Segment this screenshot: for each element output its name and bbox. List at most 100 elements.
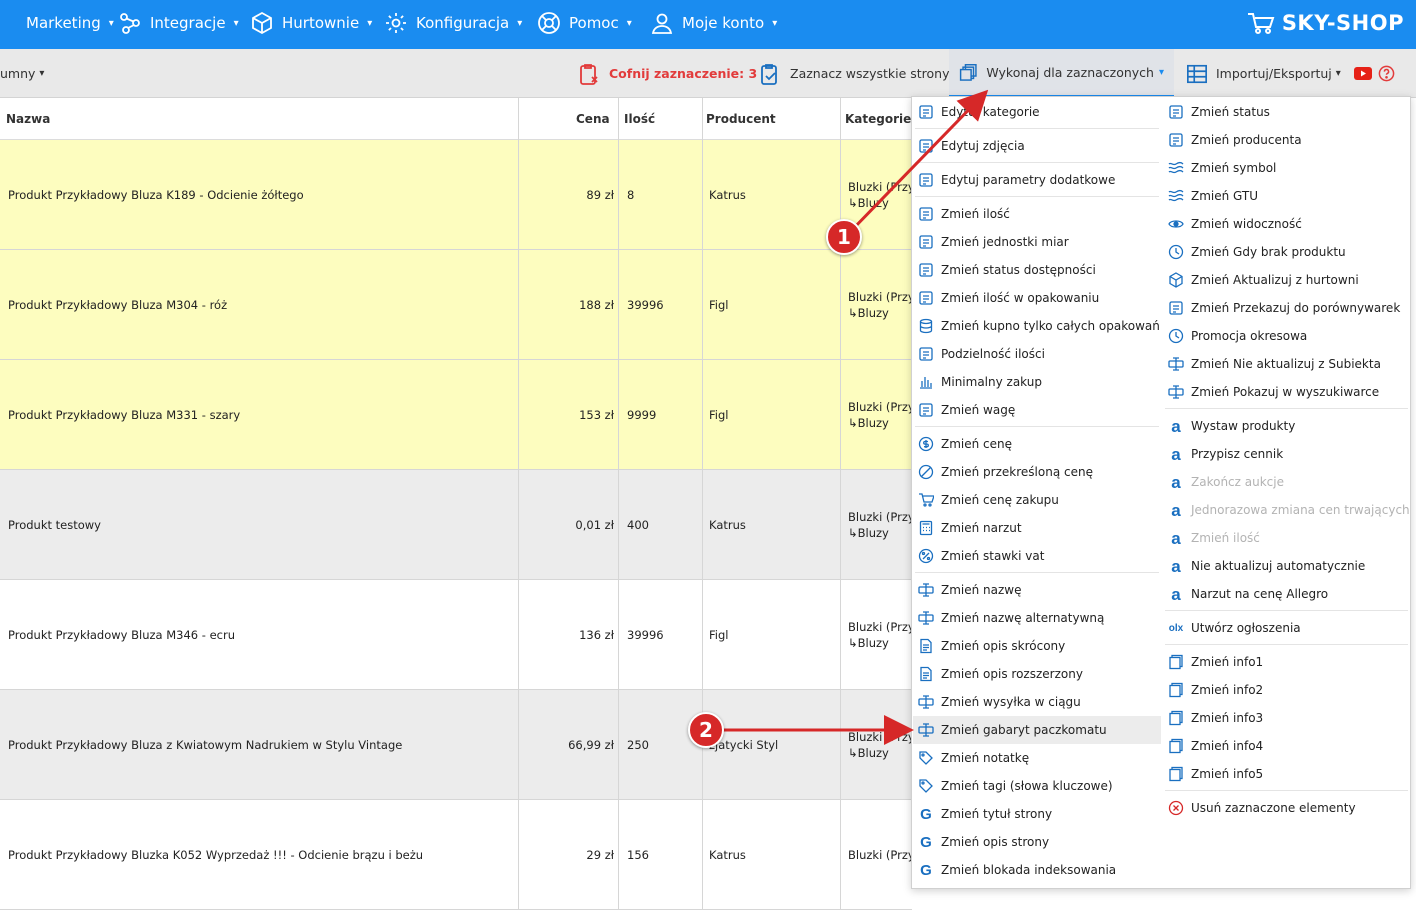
menu-item[interactable]: Zmień tagi (słowa kluczowe) [913, 772, 1161, 800]
menu-item[interactable]: a Nie aktualizuj automatycznie [1163, 552, 1410, 580]
product-qty: 8 [627, 187, 635, 202]
menu-item[interactable]: a Narzut na cenę Allegro [1163, 580, 1410, 608]
nav-integracje[interactable]: Integracje ▾ [118, 0, 239, 46]
menu-item[interactable]: Zmień info2 [1163, 676, 1410, 704]
table-row[interactable]: Produkt Przykładowy Bluza M331 - szary 15… [0, 360, 912, 470]
menu-item[interactable]: Zmień wagę [913, 396, 1161, 424]
nav-pomoc[interactable]: Pomoc ▾ [537, 0, 632, 46]
menu-item[interactable]: Zmień opis skrócony [913, 632, 1161, 660]
menu-item[interactable]: Zmień przekreśloną cenę [913, 458, 1161, 486]
menu-item[interactable]: Zmień jednostki miar [913, 228, 1161, 256]
delete-circle-icon [1167, 799, 1185, 817]
columns-dropdown[interactable]: umny ▾ [0, 49, 44, 98]
table-row[interactable]: Produkt Przykładowy Bluza K189 - Odcieni… [0, 140, 912, 250]
product-name[interactable]: Produkt testowy [8, 470, 513, 579]
clipboard-check-icon [761, 63, 777, 85]
menu-item[interactable]: Zmień kupno tylko całych opakowań [913, 312, 1161, 340]
nav-marketing-label: Marketing [26, 14, 101, 32]
menu-item[interactable]: Zmień cenę zakupu [913, 486, 1161, 514]
menu-item[interactable]: G Zmień opis strony [913, 828, 1161, 856]
menu-item[interactable]: Zmień cenę [913, 430, 1161, 458]
menu-item[interactable]: Zmień Przekazuj do porównywarek [1163, 294, 1410, 322]
menu-item[interactable]: Zmień wysyłka w ciągu [913, 688, 1161, 716]
table-header: Nazwa Cena Ilość Producent Kategorie [0, 98, 912, 140]
menu-item[interactable]: Zmień ilość w opakowaniu [913, 284, 1161, 312]
menu-item[interactable]: Edytuj parametry dodatkowe [913, 166, 1161, 194]
menu-item[interactable]: Zmień Nie aktualizuj z Subiekta [1163, 350, 1410, 378]
table-row[interactable]: Produkt Przykładowy Bluza M304 - róż 188 … [0, 250, 912, 360]
menu-item[interactable]: Zmień info3 [1163, 704, 1410, 732]
sky-shop-logo[interactable]: SKY-SHOP [1246, 10, 1404, 36]
menu-item[interactable]: Zmień Gdy brak produktu [1163, 238, 1410, 266]
google-icon: G [920, 805, 932, 823]
nav-konfiguracja[interactable]: Konfiguracja ▾ [384, 0, 522, 46]
product-name[interactable]: Produkt Przykładowy Bluza M346 - ecru [8, 580, 513, 689]
menu-item[interactable]: Edytuj zdjęcia [913, 132, 1161, 160]
nav-hurtownie[interactable]: Hurtownie ▾ [250, 0, 372, 46]
menu-item[interactable]: a Zmień ilość [1163, 524, 1410, 552]
product-name[interactable]: Produkt Przykładowy Bluza z Kwiatowym Na… [8, 690, 513, 799]
menu-item[interactable]: Zmień symbol [1163, 154, 1410, 182]
execute-for-selected-button[interactable]: Wykonaj dla zaznaczonych ▾ [949, 49, 1174, 98]
menu-item[interactable]: Zmień ilość [913, 200, 1161, 228]
product-name[interactable]: Produkt Przykładowy Bluza K189 - Odcieni… [8, 140, 513, 249]
menu-item-label: Zmień Przekazuj do porównywarek [1191, 301, 1401, 315]
product-name[interactable]: Produkt Przykładowy Bluza M331 - szary [8, 360, 513, 469]
menu-item[interactable]: Edytuj kategorie [913, 98, 1161, 126]
select-all-pages-button[interactable]: Zaznacz wszystkie strony [758, 49, 950, 98]
menu-item[interactable]: Zmień Pokazuj w wyszukiwarce [1163, 378, 1410, 406]
column-header-price[interactable]: Cena [576, 112, 610, 126]
column-divider [840, 98, 841, 140]
menu-item-label: Zmień stawki vat [941, 549, 1045, 563]
nav-marketing[interactable]: Marketing ▾ [0, 0, 114, 46]
menu-item[interactable]: G Zmień blokada indeksowania [913, 856, 1161, 884]
help-button[interactable] [1378, 49, 1395, 98]
menu-item[interactable]: Zmień narzut [913, 514, 1161, 542]
nav-moje-konto[interactable]: Moje konto ▾ [650, 0, 777, 46]
allegro-icon: a [1171, 556, 1181, 576]
menu-item[interactable]: Zmień status dostępności [913, 256, 1161, 284]
youtube-button[interactable] [1354, 49, 1372, 98]
product-name[interactable]: Produkt Przykładowy Bluzka K052 Wyprzeda… [8, 800, 513, 909]
text-cursor-icon [917, 581, 935, 599]
menu-item[interactable]: a Przypisz cennik [1163, 440, 1410, 468]
table-row[interactable]: Produkt Przykładowy Bluzka K052 Wyprzeda… [0, 800, 912, 910]
menu-item[interactable]: Zmień producenta [1163, 126, 1410, 154]
menu-item[interactable]: Zmień nazwę [913, 576, 1161, 604]
menu-item[interactable]: Zmień stawki vat [913, 542, 1161, 570]
menu-item[interactable]: Zmień GTU [1163, 182, 1410, 210]
table-row[interactable]: Produkt Przykładowy Bluza z Kwiatowym Na… [0, 690, 912, 800]
menu-item[interactable]: G Zmień tytuł strony [913, 800, 1161, 828]
column-header-producer[interactable]: Producent [706, 112, 776, 126]
import-export-button[interactable]: Importuj/Eksportuj ▾ [1186, 49, 1341, 98]
menu-item[interactable]: a Wystaw produkty [1163, 412, 1410, 440]
menu-item[interactable]: olx Utwórz ogłoszenia [1163, 614, 1410, 642]
menu-item[interactable]: Zmień status [1163, 98, 1410, 126]
undo-selection-button[interactable]: Cofnij zaznaczenie: 3 [577, 49, 757, 98]
menu-item[interactable]: a Zakończ aukcje [1163, 468, 1410, 496]
menu-item[interactable]: Minimalny zakup [913, 368, 1161, 396]
menu-item[interactable]: Zmień widoczność [1163, 210, 1410, 238]
menu-item[interactable]: Zmień gabaryt paczkomatu [913, 716, 1161, 744]
column-header-category[interactable]: Kategorie [845, 112, 911, 126]
menu-item[interactable]: Zmień info5 [1163, 760, 1410, 788]
copy-icon [1167, 737, 1185, 755]
annotation-badge-1: 1 [826, 219, 862, 255]
menu-item[interactable]: Podzielność ilości [913, 340, 1161, 368]
menu-item[interactable]: Zmień info4 [1163, 732, 1410, 760]
menu-item[interactable]: Zmień Aktualizuj z hurtowni [1163, 266, 1410, 294]
id-card-icon [917, 261, 935, 279]
columns-label: umny [0, 66, 36, 81]
column-header-qty[interactable]: Ilość [624, 112, 655, 126]
column-header-name[interactable]: Nazwa [6, 112, 50, 126]
menu-item[interactable]: Zmień nazwę alternatywną [913, 604, 1161, 632]
menu-item[interactable]: Zmień notatkę [913, 744, 1161, 772]
menu-item[interactable]: a Jednorazowa zmiana cen trwających aukcj… [1163, 496, 1410, 524]
table-row[interactable]: Produkt Przykładowy Bluza M346 - ecru 136… [0, 580, 912, 690]
product-name[interactable]: Produkt Przykładowy Bluza M304 - róż [8, 250, 513, 359]
menu-item[interactable]: Usuń zaznaczone elementy [1163, 794, 1410, 822]
menu-item[interactable]: Promocja okresowa [1163, 322, 1410, 350]
menu-item[interactable]: Zmień info1 [1163, 648, 1410, 676]
table-row[interactable]: Produkt testowy 0,01 zł 400 Katrus Bluzki (P… [0, 470, 912, 580]
menu-item[interactable]: Zmień opis rozszerzony [913, 660, 1161, 688]
